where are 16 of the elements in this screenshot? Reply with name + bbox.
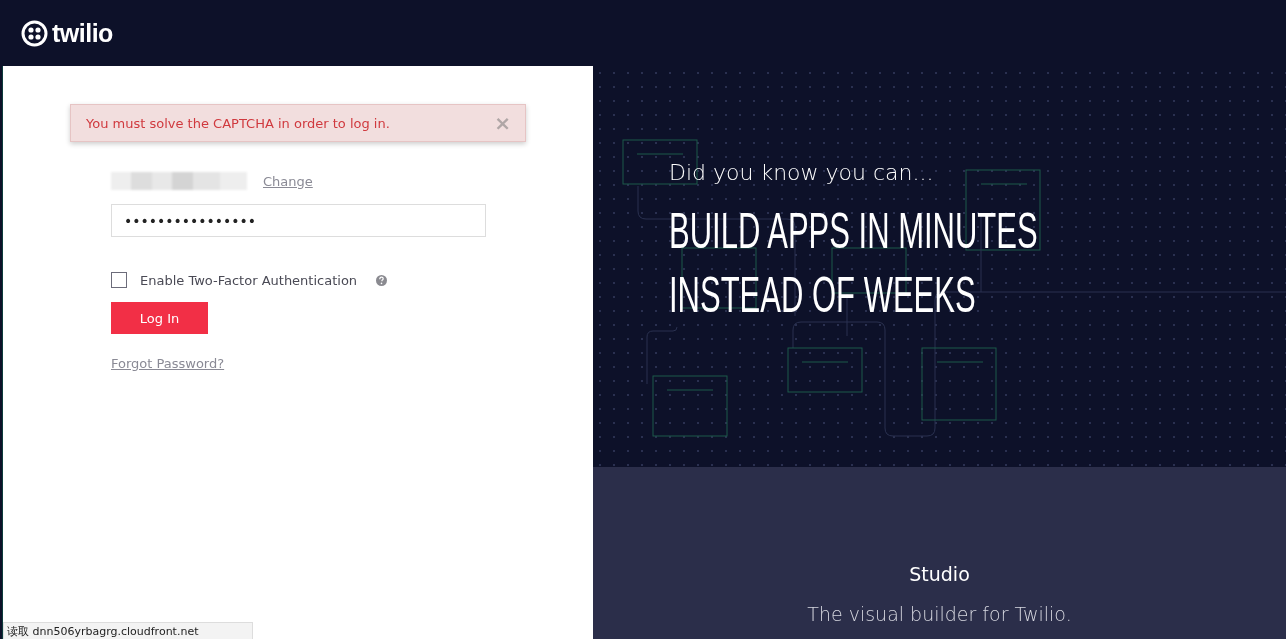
logo-text: twilio — [52, 18, 113, 48]
two-factor-label: Enable Two-Factor Authentication — [140, 272, 358, 288]
status-bar: 读取 dnn506yrbagrg.cloudfront.net — [3, 622, 253, 639]
close-button[interactable]: × — [494, 113, 511, 133]
product-title: Studio — [909, 563, 970, 585]
two-factor-checkbox[interactable] — [111, 272, 127, 288]
promo-headline: BUILD APPS IN MINUTES INSTEAD OF WEEKS — [669, 202, 1039, 325]
logo-icon — [21, 19, 48, 47]
promo-kicker: Did you know you can... — [669, 160, 935, 185]
change-link[interactable]: Change — [263, 173, 313, 189]
login-button[interactable]: Log In — [111, 302, 208, 334]
password-field[interactable]: •••••••••••••••• — [111, 204, 486, 237]
forgot-password-link[interactable]: Forgot Password? — [111, 356, 225, 371]
alert-message: You must solve the CAPTCHA in order to log in. — [86, 115, 390, 131]
help-icon[interactable] — [376, 274, 388, 286]
product-subtitle: The visual builder for Twilio. — [807, 603, 1072, 625]
